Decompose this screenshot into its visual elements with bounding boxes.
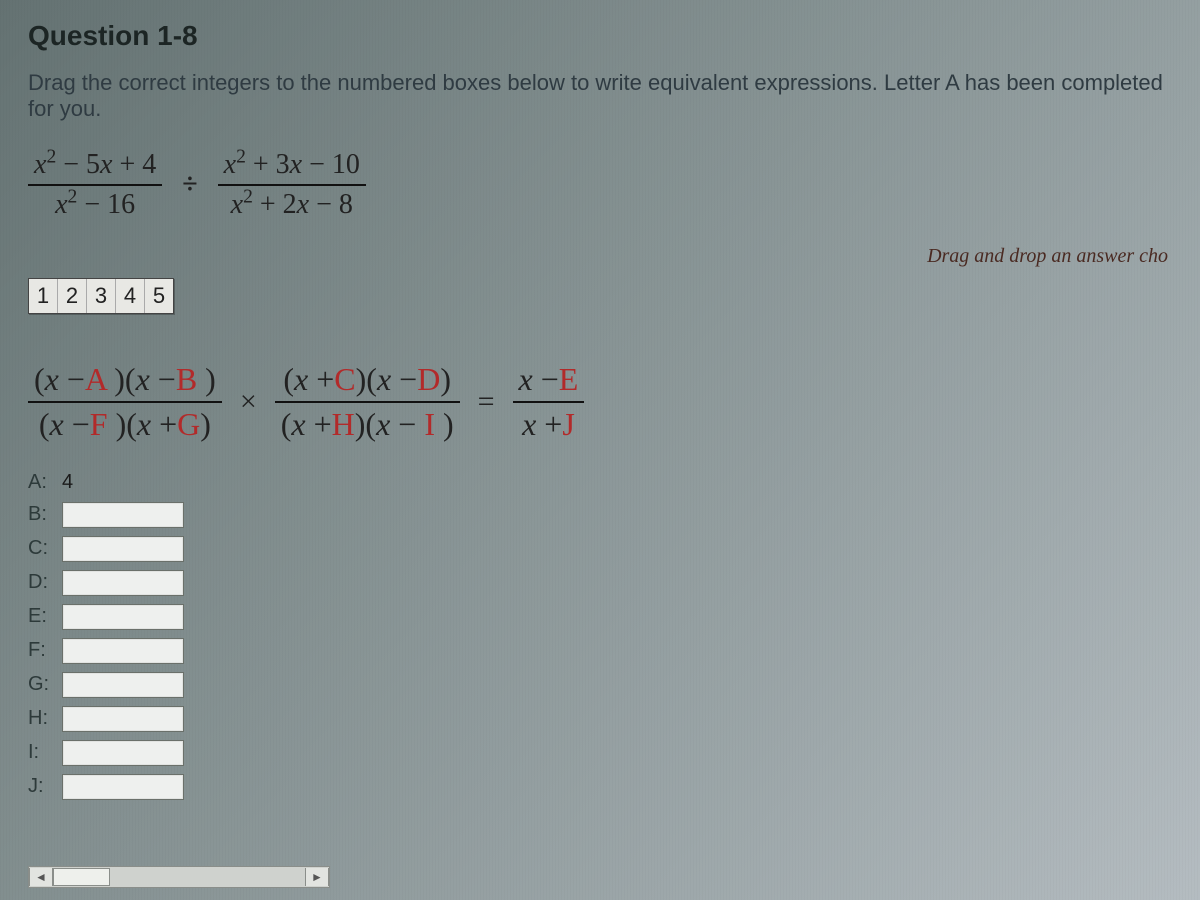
fraction-2-numerator: x2 + 3x − 10 xyxy=(218,148,366,182)
answer-label-i: I: xyxy=(28,741,56,764)
answer-dropzone-f[interactable] xyxy=(62,638,184,664)
scroll-track[interactable] xyxy=(53,868,305,886)
fraction-1: x2 − 5x + 4 x2 − 16 xyxy=(28,148,162,221)
palette-tile-4[interactable]: 4 xyxy=(116,279,145,313)
equation-fraction-middle: (x +C)(x −D) (x +H)(x − I ) xyxy=(275,360,460,443)
answer-label-h: H: xyxy=(28,707,56,730)
answer-label-j: J: xyxy=(28,775,56,798)
answer-row-e: E: xyxy=(28,604,1172,630)
answer-dropzone-j[interactable] xyxy=(62,774,184,800)
answer-label-e: E: xyxy=(28,605,56,628)
answer-dropzone-h[interactable] xyxy=(62,706,184,732)
palette-tile-5[interactable]: 5 xyxy=(145,279,173,313)
problem-expression: x2 − 5x + 4 x2 − 16 ÷ x2 + 3x − 10 x2 + … xyxy=(28,148,1172,221)
answer-row-f: F: xyxy=(28,638,1172,664)
drag-hint-text: Drag and drop an answer cho xyxy=(927,245,1168,268)
answer-label-g: G: xyxy=(28,673,56,696)
factored-equation: (x −A )(x −B ) (x −F )(x +G) × (x +C)(x … xyxy=(28,360,1172,443)
answer-dropzone-d[interactable] xyxy=(62,570,184,596)
answer-row-a: A: 4 xyxy=(28,471,1172,494)
answer-value-a: 4 xyxy=(62,471,73,494)
eq-mid-numerator: (x +C)(x −D) xyxy=(277,360,457,398)
answer-label-b: B: xyxy=(28,503,56,526)
palette-tile-1[interactable]: 1 xyxy=(29,279,58,313)
palette-tile-2[interactable]: 2 xyxy=(58,279,87,313)
answer-list: A: 4 B: C: D: E: F: G: H: xyxy=(28,471,1172,800)
answer-row-i: I: xyxy=(28,740,1172,766)
question-title: Question 1-8 xyxy=(28,20,1172,52)
fraction-1-numerator: x2 − 5x + 4 xyxy=(28,148,162,182)
answer-dropzone-b[interactable] xyxy=(62,502,184,528)
scroll-left-button[interactable]: ◄ xyxy=(29,868,53,886)
answer-dropzone-g[interactable] xyxy=(62,672,184,698)
division-sign: ÷ xyxy=(182,169,197,201)
number-palette: 1 2 3 4 5 xyxy=(28,278,174,314)
equals-sign: = xyxy=(478,385,495,419)
eq-left-numerator: (x −A )(x −B ) xyxy=(28,360,222,398)
answer-label-c: C: xyxy=(28,537,56,560)
answer-dropzone-c[interactable] xyxy=(62,536,184,562)
answer-row-j: J: xyxy=(28,774,1172,800)
equation-fraction-right: x −E x +J xyxy=(513,360,585,443)
multiply-sign: × xyxy=(240,385,257,419)
answer-dropzone-i[interactable] xyxy=(62,740,184,766)
eq-mid-denominator: (x +H)(x − I ) xyxy=(275,405,460,443)
answer-row-c: C: xyxy=(28,536,1172,562)
equation-fraction-left: (x −A )(x −B ) (x −F )(x +G) xyxy=(28,360,222,443)
palette-tile-3[interactable]: 3 xyxy=(87,279,116,313)
eq-right-numerator: x −E xyxy=(513,360,585,398)
scroll-thumb[interactable] xyxy=(53,868,110,886)
eq-right-denominator: x +J xyxy=(516,405,581,443)
fraction-1-denominator: x2 − 16 xyxy=(49,188,141,222)
eq-left-denominator: (x −F )(x +G) xyxy=(33,405,217,443)
answer-label-d: D: xyxy=(28,571,56,594)
instruction-text: Drag the correct integers to the numbere… xyxy=(28,70,1172,122)
answer-dropzone-e[interactable] xyxy=(62,604,184,630)
fraction-2: x2 + 3x − 10 x2 + 2x − 8 xyxy=(218,148,366,221)
answer-row-g: G: xyxy=(28,672,1172,698)
answer-row-d: D: xyxy=(28,570,1172,596)
answer-label-a: A: xyxy=(28,471,56,494)
scroll-right-button[interactable]: ► xyxy=(305,868,329,886)
fraction-2-denominator: x2 + 2x − 8 xyxy=(225,188,359,222)
answer-row-h: H: xyxy=(28,706,1172,732)
answer-label-f: F: xyxy=(28,639,56,662)
horizontal-scrollbar[interactable]: ◄ ► xyxy=(28,866,330,888)
answer-row-b: B: xyxy=(28,502,1172,528)
